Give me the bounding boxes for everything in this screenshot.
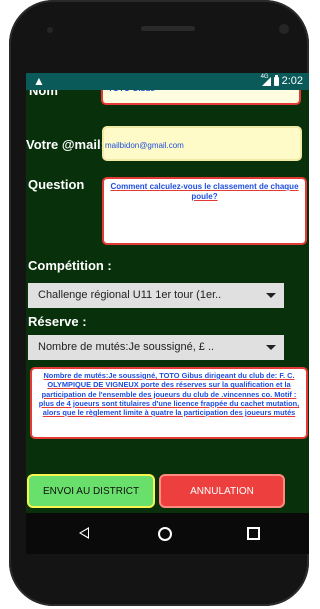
warning-icon: ▲ — [33, 74, 45, 88]
competition-selected: Challenge régional U11 1er tour (1er.. — [38, 289, 222, 301]
dropdown-arrow-icon — [266, 293, 276, 298]
question-label: Question — [28, 177, 85, 192]
proximity-sensor — [47, 27, 53, 33]
reserve-select[interactable]: Nombre de mutés:Je soussigné, £ .. — [28, 335, 284, 360]
home-icon[interactable] — [158, 527, 172, 541]
reserve-text-field[interactable]: Nombre de mutés:Je soussigné, TOTO Gibus… — [30, 367, 308, 439]
back-icon[interactable] — [79, 527, 89, 539]
reserve-label: Réserve : — [28, 314, 87, 329]
recents-icon[interactable] — [247, 527, 260, 540]
competition-select[interactable]: Challenge régional U11 1er tour (1er.. — [28, 283, 284, 308]
network-type: 4G — [260, 73, 269, 80]
reserve-text: Nombre de mutés:Je soussigné, TOTO Gibus… — [38, 371, 300, 417]
status-bar: ▲ 4G 2:02 — [26, 73, 309, 90]
competition-label: Compétition : — [28, 258, 112, 273]
navigation-bar — [26, 513, 309, 554]
clock: 2:02 — [281, 75, 303, 87]
front-camera — [279, 24, 289, 34]
send-to-district-button[interactable]: ENVOI AU DISTRICT — [27, 474, 155, 508]
signal-icon: 4G — [260, 73, 271, 86]
cancel-button[interactable]: ANNULATION — [159, 474, 285, 508]
question-text: Comment calculez-vous le classement de c… — [110, 182, 299, 201]
reserve-selected: Nombre de mutés:Je soussigné, £ .. — [38, 341, 215, 353]
dropdown-arrow-icon — [266, 345, 276, 350]
battery-icon — [273, 74, 279, 86]
email-label: Votre @mail: — [26, 137, 105, 152]
question-field[interactable]: Comment calculez-vous le classement de c… — [102, 177, 307, 245]
email-field[interactable]: mailbidon@gmail.com — [102, 126, 302, 161]
earpiece — [141, 26, 195, 31]
app-screen: Nom TOTO Gibus ▲ 4G 2:02 Votre @mail: ma… — [26, 73, 309, 554]
